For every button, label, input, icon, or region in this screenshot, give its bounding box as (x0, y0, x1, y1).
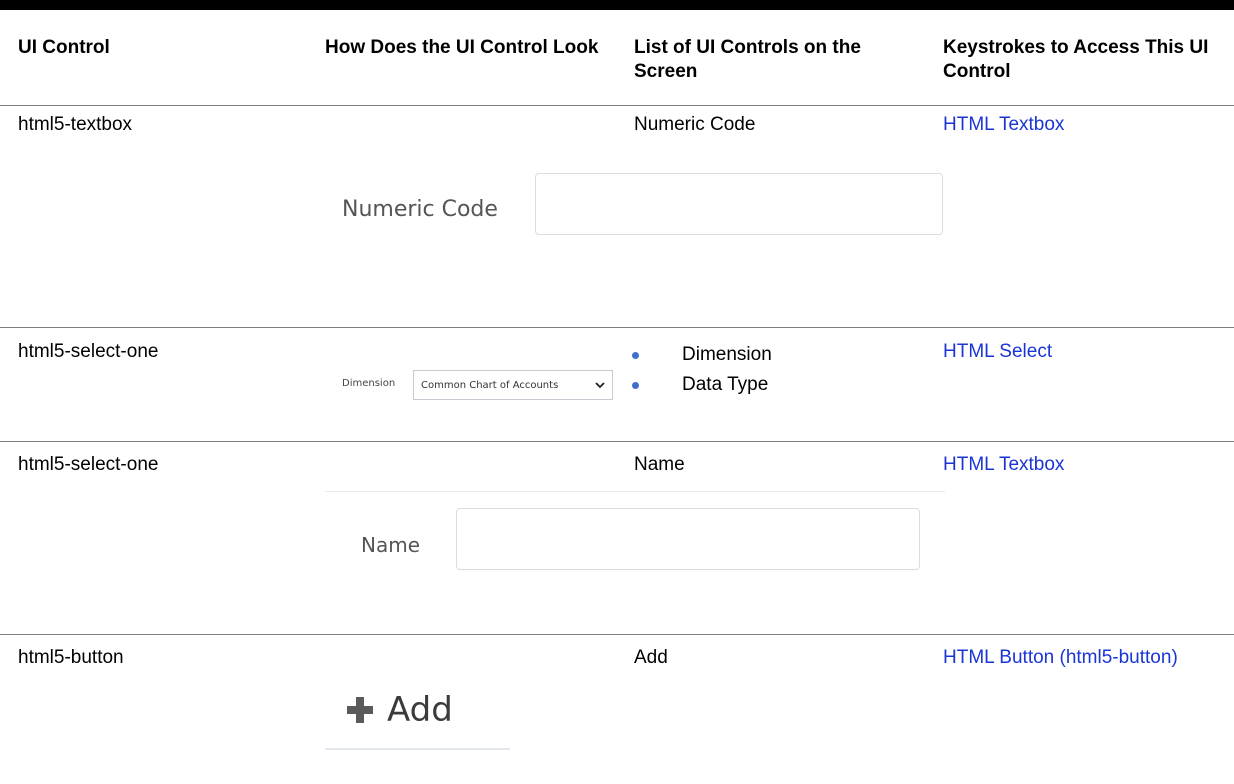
html-textbox-link-1[interactable]: HTML Textbox (943, 113, 1064, 137)
row-divider-2 (0, 441, 1234, 442)
bullet-icon (632, 382, 639, 389)
row1-control: html5-textbox (18, 114, 133, 135)
chevron-down-icon (595, 382, 605, 389)
list-item: Dimension (630, 340, 772, 370)
header-screen-controls: List of UI Controls on the Screen (634, 37, 861, 82)
plus-icon (347, 697, 373, 723)
header-ui-look: How Does the UI Control Look (325, 37, 599, 58)
row2-screen-controls: Dimension Data Type (630, 340, 772, 400)
row4-control: html5-button (18, 647, 124, 668)
mockup-divider (325, 491, 945, 492)
header-ui-control: UI Control (18, 37, 110, 58)
html-button-link[interactable]: HTML Button (html5-button) (943, 646, 1213, 670)
row2-control: html5-select-one (18, 341, 159, 362)
html-select-link[interactable]: HTML Select (943, 340, 1052, 364)
add-button-label: Add (387, 690, 453, 730)
row3-screen-control: Name (634, 454, 685, 475)
numeric-code-label: Numeric Code (342, 197, 498, 222)
list-item: Data Type (630, 370, 772, 400)
header-divider (0, 105, 1234, 106)
list-item-label: Dimension (682, 344, 772, 365)
table-top-rule (0, 0, 1234, 10)
dimension-select-value: Common Chart of Accounts (421, 379, 559, 391)
add-button-underline (325, 748, 510, 750)
html-textbox-link-2[interactable]: HTML Textbox (943, 453, 1064, 477)
row-divider-1 (0, 327, 1234, 328)
numeric-code-input[interactable] (535, 173, 943, 235)
dimension-label: Dimension (342, 378, 396, 389)
name-label: Name (361, 533, 421, 557)
add-button[interactable]: Add (345, 688, 453, 732)
row1-screen-control: Numeric Code (634, 114, 756, 135)
row4-screen-control: Add (634, 647, 668, 668)
bullet-icon (632, 352, 639, 359)
row-divider-3 (0, 634, 1234, 635)
list-item-label: Data Type (682, 374, 769, 395)
header-keystrokes: Keystrokes to Access This UI Control (943, 37, 1209, 82)
row3-control: html5-select-one (18, 454, 159, 475)
dimension-select[interactable]: Common Chart of Accounts (413, 370, 613, 400)
name-input[interactable] (456, 508, 920, 570)
